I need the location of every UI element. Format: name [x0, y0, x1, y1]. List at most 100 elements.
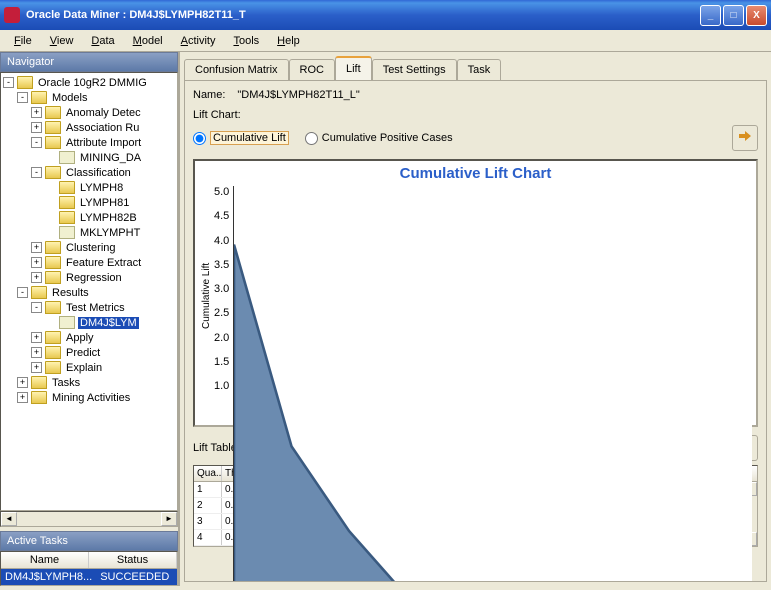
tree-item[interactable]: Explain	[64, 362, 104, 374]
tree-toggle[interactable]: +	[17, 392, 28, 403]
tree-toggle[interactable]: -	[31, 137, 42, 148]
tree-item[interactable]: Test Metrics	[64, 302, 127, 314]
folder-icon	[31, 391, 47, 404]
tree-toggle[interactable]: +	[31, 332, 42, 343]
menu-view[interactable]: View	[42, 33, 82, 49]
tab-roc[interactable]: ROC	[289, 59, 335, 80]
menubar: File View Data Model Activity Tools Help	[0, 30, 771, 52]
tree-root[interactable]: Oracle 10gR2 DMMIG	[36, 77, 149, 89]
tree-toggle[interactable]: +	[31, 107, 42, 118]
tree-item[interactable]: Feature Extract	[64, 257, 143, 269]
folder-icon	[45, 256, 61, 269]
tree-item[interactable]: Regression	[64, 272, 124, 284]
lift-chart-label: Lift Chart:	[193, 109, 758, 121]
tree-tasks[interactable]: Tasks	[50, 377, 82, 389]
menu-model[interactable]: Model	[125, 33, 171, 49]
chart-plot-area	[233, 186, 752, 582]
active-tasks-title: Active Tasks	[0, 531, 178, 551]
maximize-button[interactable]: □	[723, 5, 744, 26]
tree-item[interactable]: Mining Activities	[50, 392, 132, 404]
tree-item-selected[interactable]: DM4J$LYM	[78, 317, 139, 329]
folder-icon	[45, 166, 61, 179]
tree-item[interactable]: Apply	[64, 332, 96, 344]
folder-icon	[59, 316, 75, 329]
tasks-col-status[interactable]: Status	[89, 552, 177, 568]
navigator-title: Navigator	[0, 52, 178, 72]
folder-icon	[31, 376, 47, 389]
chart-yaxis: 5.04.54.03.53.02.52.01.51.0	[214, 186, 233, 406]
titlebar[interactable]: Oracle Data Miner : DM4J$LYMPH82T11_T _ …	[0, 0, 771, 30]
tab-test-settings[interactable]: Test Settings	[372, 59, 457, 80]
folder-icon	[45, 361, 61, 374]
folder-icon	[45, 346, 61, 359]
tab-panel: Name: "DM4J$LYMPH82T11_L" Lift Chart: Cu…	[184, 80, 767, 582]
folder-icon	[45, 241, 61, 254]
folder-icon	[59, 211, 75, 224]
db-icon	[17, 76, 33, 89]
tree-toggle[interactable]: -	[31, 167, 42, 178]
tree-item[interactable]: LYMPH81	[78, 197, 131, 209]
folder-icon	[45, 121, 61, 134]
folder-icon	[45, 106, 61, 119]
tree-item[interactable]: LYMPH82B	[78, 212, 139, 224]
chart-title: Cumulative Lift Chart	[199, 165, 752, 182]
tree-toggle[interactable]: +	[31, 272, 42, 283]
tab-bar: Confusion Matrix ROC Lift Test Settings …	[184, 56, 767, 80]
tree-item[interactable]: Attribute Import	[64, 137, 143, 149]
tree-item[interactable]: MKLYMPHT	[78, 227, 142, 239]
tab-lift[interactable]: Lift	[335, 56, 372, 80]
tree-toggle[interactable]: +	[31, 257, 42, 268]
folder-icon	[45, 331, 61, 344]
radio-cumulative-lift[interactable]: Cumulative Lift	[193, 131, 289, 145]
folder-icon	[59, 151, 75, 164]
menu-help[interactable]: Help	[269, 33, 308, 49]
menu-activity[interactable]: Activity	[173, 33, 224, 49]
folder-icon	[31, 91, 47, 104]
tree-item[interactable]: Clustering	[64, 242, 118, 254]
tree-toggle[interactable]: -	[3, 77, 14, 88]
tree-toggle[interactable]: +	[31, 242, 42, 253]
tree-toggle[interactable]: +	[17, 377, 28, 388]
menu-data[interactable]: Data	[83, 33, 122, 49]
active-tasks-table: Name Status DM4J$LYMPH8... SUCCEEDED	[0, 551, 178, 586]
lift-chart: Cumulative Lift Chart Cumulative Lift 5.…	[193, 159, 758, 427]
close-button[interactable]: X	[746, 5, 767, 26]
tree-item[interactable]: Anomaly Detec	[64, 107, 143, 119]
app-icon	[4, 7, 20, 23]
tree-models[interactable]: Models	[50, 92, 89, 104]
tree-item[interactable]: MINING_DA	[78, 152, 143, 164]
export-chart-button[interactable]	[732, 125, 758, 151]
minimize-button[interactable]: _	[700, 5, 721, 26]
folder-icon	[59, 181, 75, 194]
tab-task[interactable]: Task	[457, 59, 502, 80]
menu-tools[interactable]: Tools	[225, 33, 267, 49]
tree-toggle[interactable]: +	[31, 362, 42, 373]
folder-icon	[45, 136, 61, 149]
tree-toggle[interactable]: -	[31, 302, 42, 313]
tab-confusion-matrix[interactable]: Confusion Matrix	[184, 59, 289, 80]
arrow-icon	[737, 130, 753, 146]
navigator-tree[interactable]: -Oracle 10gR2 DMMIG -Models +Anomaly Det…	[0, 72, 178, 511]
tasks-col-name[interactable]: Name	[1, 552, 89, 568]
chart-ylabel: Cumulative Lift	[199, 186, 214, 406]
tree-toggle[interactable]: -	[17, 92, 28, 103]
radio-cumulative-positive[interactable]: Cumulative Positive Cases	[305, 132, 453, 145]
tree-toggle[interactable]: +	[31, 122, 42, 133]
tree-results[interactable]: Results	[50, 287, 91, 299]
tasks-row[interactable]: DM4J$LYMPH8... SUCCEEDED	[1, 569, 177, 585]
window-title: Oracle Data Miner : DM4J$LYMPH82T11_T	[26, 9, 700, 21]
tree-hscroll[interactable]: ◄►	[0, 511, 178, 527]
folder-icon	[45, 271, 61, 284]
tree-toggle[interactable]: +	[31, 347, 42, 358]
menu-file[interactable]: File	[6, 33, 40, 49]
tree-item[interactable]: Association Ru	[64, 122, 141, 134]
tree-item[interactable]: LYMPH8	[78, 182, 125, 194]
folder-icon	[59, 196, 75, 209]
name-label: Name:	[193, 89, 225, 101]
name-value: "DM4J$LYMPH82T11_L"	[237, 89, 359, 101]
tree-item[interactable]: Classification	[64, 167, 133, 179]
table-col-header[interactable]: Qua...	[194, 466, 222, 481]
tree-item[interactable]: Predict	[64, 347, 102, 359]
tree-toggle[interactable]: -	[17, 287, 28, 298]
folder-icon	[59, 226, 75, 239]
